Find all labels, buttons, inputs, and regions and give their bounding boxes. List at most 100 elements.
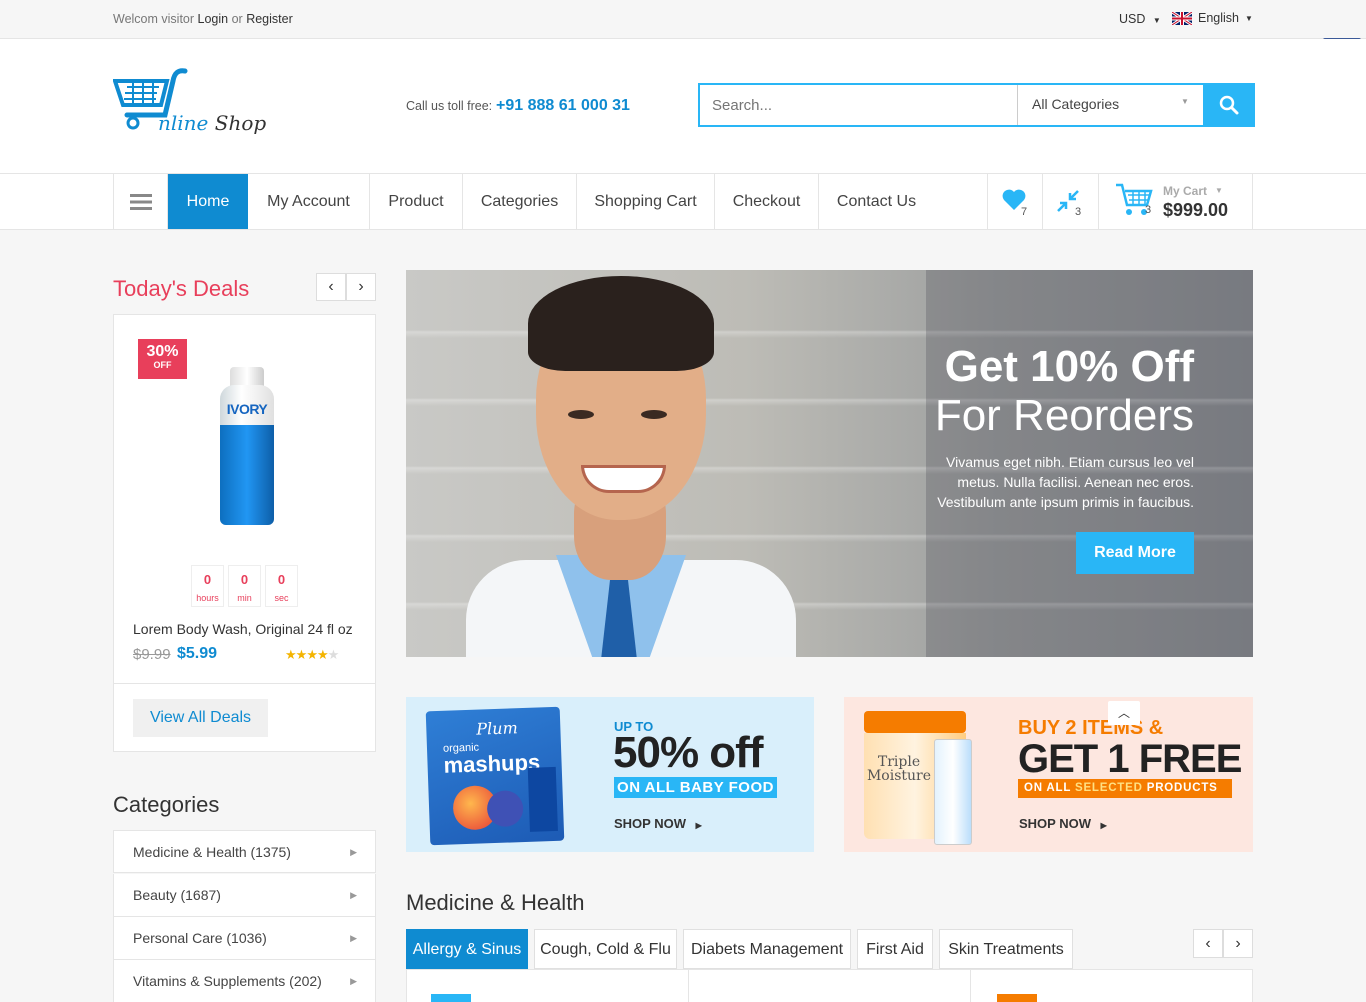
- hero-body-line: Vestibulum ante ipsum primis in faucibus…: [937, 494, 1194, 510]
- category-item[interactable]: Personal Care (1036) ▶: [113, 917, 376, 960]
- rating-stars: ★★★★★: [285, 647, 340, 663]
- caret-right-icon: ▶: [1100, 821, 1107, 830]
- tab-skin-treatments[interactable]: Skin Treatments: [939, 929, 1073, 969]
- tab-allergy-sinus[interactable]: Allergy & Sinus: [406, 929, 528, 969]
- welcome-text: Welcom visitor Login or Register: [113, 12, 293, 26]
- hero-subtitle: For Reorders: [934, 391, 1194, 440]
- section-next-button[interactable]: ›: [1223, 929, 1253, 958]
- search-icon: [1219, 95, 1239, 115]
- shop-now-link[interactable]: SHOP NOW ▶: [614, 816, 702, 831]
- section-prev-button[interactable]: ‹: [1193, 929, 1223, 958]
- product-image[interactable]: IVORY: [218, 367, 276, 527]
- nav-home[interactable]: Home: [168, 174, 248, 229]
- countdown-seconds: 0 sec: [265, 565, 298, 607]
- menu-toggle[interactable]: [113, 174, 168, 229]
- chevron-up-icon: ︿: [1117, 706, 1130, 720]
- category-label: Medicine & Health (1375): [133, 844, 291, 860]
- top-bar: Welcom visitor Login or Register USD ▼ E…: [0, 0, 1366, 39]
- countdown-minutes: 0 min: [228, 565, 261, 607]
- promo-band: ON ALL BABY FOOD: [614, 777, 777, 798]
- nav-categories[interactable]: Categories: [463, 174, 577, 229]
- category-item[interactable]: Medicine & Health (1375) ▶: [113, 830, 376, 873]
- old-price: $9.99: [133, 646, 171, 663]
- countdown-value: 0: [203, 572, 212, 587]
- hero-title: Get 10% Off: [944, 342, 1194, 391]
- product-grid: [406, 969, 1253, 1002]
- pack-brand: Plum: [476, 718, 519, 739]
- caret-right-icon: ▶: [350, 976, 357, 986]
- star-half-icon: ★: [327, 647, 340, 662]
- countdown-hours: 0 hours: [191, 565, 224, 607]
- product-price: $5.99: [177, 645, 218, 662]
- jar-label: Moisture: [866, 768, 932, 784]
- promo-baby-food[interactable]: Plum organic mashups UP TO 50% off ON AL…: [406, 697, 814, 852]
- category-select[interactable]: All Categories: [1032, 96, 1119, 112]
- logo[interactable]: nline Shop: [113, 67, 273, 139]
- chevron-left-icon: ‹: [1205, 935, 1211, 952]
- wishlist-button[interactable]: 7: [987, 174, 1043, 229]
- promo-band: ON ALL SELECTED PRODUCTS: [1018, 779, 1232, 798]
- category-label: Personal Care (1036): [133, 930, 267, 946]
- shop-now-link[interactable]: SHOP NOW ▶: [1019, 816, 1107, 831]
- call-label: Call us toll free:: [406, 99, 493, 113]
- search-button[interactable]: [1203, 83, 1255, 127]
- promo-buy2get1[interactable]: Triple Moisture BUY 2 ITEMS & ︿ GET 1 FR…: [844, 697, 1253, 852]
- star-icon: ★: [316, 647, 329, 662]
- or-text: or: [231, 12, 243, 26]
- shop-now-label: SHOP NOW: [614, 816, 686, 831]
- welcome-label: Welcom visitor: [113, 12, 195, 26]
- deals-prev-button[interactable]: ‹: [316, 273, 346, 301]
- compare-count: 3: [1075, 206, 1082, 218]
- language-select[interactable]: English ▼: [1172, 11, 1253, 25]
- product-name[interactable]: Lorem Body Wash, Original 24 fl oz: [133, 621, 353, 637]
- logo-text-online: nline: [158, 111, 209, 135]
- cart-label: My Cart: [1163, 184, 1208, 198]
- badge-percent: 30%: [146, 343, 179, 360]
- product-pack-image: Plum organic mashups: [425, 706, 565, 846]
- categories-title: Categories: [113, 792, 220, 817]
- caret-right-icon: ▶: [350, 890, 357, 900]
- currency-select[interactable]: USD ▼: [1119, 12, 1161, 26]
- category-item[interactable]: Vitamins & Supplements (202) ▶: [113, 960, 376, 1002]
- nav-contact-us[interactable]: Contact Us: [819, 174, 934, 229]
- currency-label: USD: [1119, 12, 1146, 26]
- deals-next-button[interactable]: ›: [346, 273, 376, 301]
- scroll-top-button[interactable]: ︿: [1108, 701, 1140, 725]
- hero-body-line: metus. Nulla facilisi. Aenean nec eros.: [957, 474, 1194, 490]
- category-item[interactable]: Beauty (1687) ▶: [113, 874, 376, 917]
- tab-diabets-management[interactable]: Diabets Management: [683, 929, 851, 969]
- header: nline Shop Call us toll free: +91 888 61…: [0, 39, 1366, 174]
- band-text: ON ALL: [1024, 782, 1071, 794]
- product-brand: IVORY: [226, 401, 268, 417]
- tab-cough-cold-flu[interactable]: Cough, Cold & Flu: [534, 929, 677, 969]
- chevron-down-icon: ▼: [1181, 97, 1189, 106]
- caret-right-icon: ▶: [350, 933, 357, 943]
- shop-now-label: SHOP NOW: [1019, 816, 1091, 831]
- cart-button[interactable]: 3 My Cart ▼ $999.00: [1099, 174, 1253, 229]
- countdown-value: 0: [240, 572, 249, 587]
- nav-shopping-cart[interactable]: Shopping Cart: [577, 174, 715, 229]
- badge-off: OFF: [153, 360, 172, 370]
- category-label: Beauty (1687): [133, 887, 221, 903]
- main-nav: Home My Account Product Categories Shopp…: [0, 174, 1366, 230]
- hamburger-icon: [129, 193, 152, 210]
- cart-total: $999.00: [1163, 200, 1229, 220]
- band-text-highlight: SELECTED: [1074, 782, 1143, 794]
- register-link[interactable]: Register: [246, 12, 293, 26]
- nav-checkout[interactable]: Checkout: [715, 174, 819, 229]
- language-label: English: [1198, 11, 1239, 25]
- star-icon: ★: [285, 647, 297, 662]
- nav-product[interactable]: Product: [370, 174, 463, 229]
- discount-badge: 30% OFF: [138, 339, 187, 379]
- product-badge: [997, 994, 1037, 1002]
- read-more-button[interactable]: Read More: [1076, 532, 1194, 574]
- nav-my-account[interactable]: My Account: [248, 174, 370, 229]
- view-all-deals-button[interactable]: View All Deals: [133, 699, 268, 737]
- login-link[interactable]: Login: [198, 12, 229, 26]
- tab-first-aid[interactable]: First Aid: [857, 929, 933, 969]
- promo-line2: GET 1 FREE: [1018, 737, 1242, 781]
- chevron-right-icon: ›: [358, 278, 364, 295]
- countdown-unit: sec: [274, 593, 289, 603]
- compare-button[interactable]: 3: [1043, 174, 1099, 229]
- search-input[interactable]: [700, 85, 1017, 125]
